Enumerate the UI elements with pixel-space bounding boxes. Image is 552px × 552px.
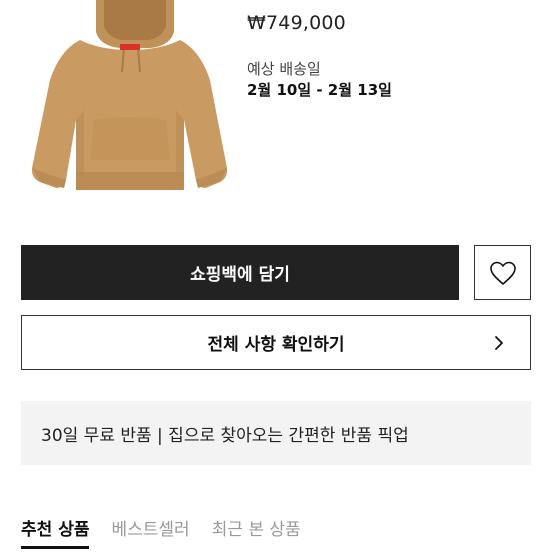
view-all-details-label: 전체 사항 확인하기 — [207, 335, 345, 355]
view-all-details-button[interactable]: 전체 사항 확인하기 — [21, 315, 531, 370]
heart-icon — [489, 261, 516, 285]
wishlist-button[interactable] — [474, 245, 531, 300]
hoodie-illustration — [31, 0, 228, 190]
shipping-dates: 2월 10일 - 2월 13일 — [247, 81, 392, 99]
add-to-bag-label: 쇼핑백에 담기 — [190, 265, 290, 285]
free-return-text: 30일 무료 반품 | 집으로 찾아오는 간편한 반품 픽업 — [41, 425, 409, 446]
product-image[interactable] — [20, 0, 234, 200]
add-to-bag-button[interactable]: 쇼핑백에 담기 — [21, 245, 459, 300]
free-return-notice: 30일 무료 반품 | 집으로 찾아오는 간편한 반품 픽업 — [21, 401, 531, 465]
product-tabs: 추천 상품 베스트셀러 최근 본 상품 — [21, 515, 323, 552]
tab-recommended[interactable]: 추천 상품 — [21, 515, 90, 549]
chevron-right-icon — [495, 336, 503, 350]
product-price: ₩749,000 — [247, 12, 346, 34]
tab-bestseller[interactable]: 베스트셀러 — [111, 515, 189, 547]
tab-recently-viewed[interactable]: 최근 본 상품 — [212, 515, 301, 547]
shipping-label: 예상 배송일 — [247, 60, 321, 78]
